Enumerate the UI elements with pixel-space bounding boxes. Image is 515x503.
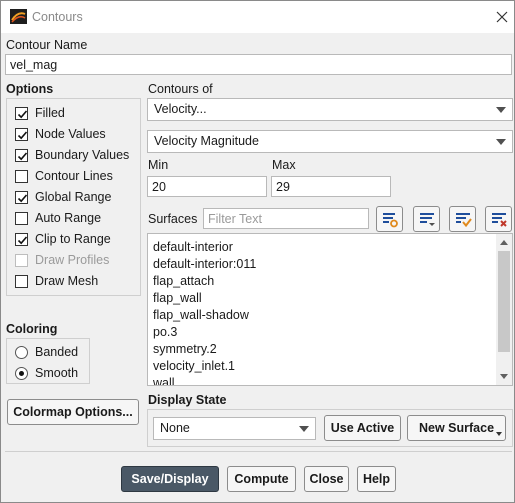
- auto-range-checkbox[interactable]: Auto Range: [15, 209, 101, 227]
- scroll-down-icon[interactable]: [500, 374, 508, 379]
- surfaces-list[interactable]: default-interior default-interior:011 fl…: [147, 233, 513, 386]
- display-state-group: None Use Active New Surface: [147, 409, 513, 447]
- checkbox-label: Auto Range: [35, 211, 102, 225]
- checkbox-label: Node Values: [35, 127, 106, 141]
- scrollbar-thumb[interactable]: [498, 251, 510, 352]
- save-display-button[interactable]: Save/Display: [121, 466, 219, 492]
- close-button[interactable]: Close: [304, 466, 349, 492]
- title-bar: Contours: [1, 1, 514, 33]
- dropdown-value: Velocity Magnitude: [154, 134, 259, 148]
- list-item[interactable]: wall: [153, 376, 175, 385]
- global-range-checkbox[interactable]: Global Range: [15, 188, 111, 206]
- surfaces-scrollbar[interactable]: [496, 234, 512, 385]
- contour-name-input[interactable]: [5, 54, 512, 75]
- list-item[interactable]: flap_attach: [153, 274, 214, 288]
- contours-dialog: Contours Contour Name Options Filled Nod…: [0, 0, 515, 503]
- max-input[interactable]: [271, 176, 391, 197]
- help-button[interactable]: Help: [357, 466, 396, 492]
- list-item[interactable]: default-interior: [153, 240, 233, 254]
- checkbox-box: [15, 169, 28, 183]
- radio-label: Smooth: [35, 366, 79, 380]
- min-input[interactable]: [147, 176, 267, 197]
- checkbox-label: Boundary Values: [35, 148, 130, 162]
- checkbox-box: [15, 211, 28, 225]
- checkbox-box: [15, 148, 28, 162]
- display-state-label: Display State: [148, 393, 227, 407]
- radio-circle: [15, 366, 28, 380]
- checkbox-box: [15, 190, 28, 204]
- options-label: Options: [6, 82, 54, 96]
- surface-list-menu-button[interactable]: [413, 206, 440, 232]
- checkbox-box: [15, 127, 28, 141]
- radio-label: Banded: [35, 345, 79, 359]
- checkbox-box: [15, 106, 28, 120]
- dropdown-value: Velocity...: [154, 102, 207, 116]
- radio-circle: [15, 345, 28, 359]
- checkbox-label: Draw Mesh: [35, 274, 99, 288]
- surfaces-filter-input[interactable]: [203, 208, 369, 229]
- colormap-options-button[interactable]: Colormap Options...: [7, 399, 139, 425]
- select-surfaces-button[interactable]: [449, 206, 476, 232]
- chevron-down-icon: [496, 432, 502, 436]
- chevron-down-icon: [299, 426, 309, 432]
- deselect-surfaces-button[interactable]: [485, 206, 512, 232]
- list-item[interactable]: default-interior:011: [153, 257, 256, 271]
- draw-profiles-checkbox: Draw Profiles: [15, 251, 109, 269]
- new-surface-button[interactable]: New Surface: [407, 415, 506, 441]
- compute-button[interactable]: Compute: [227, 466, 296, 492]
- checkbox-label: Filled: [35, 106, 65, 120]
- select-all-surfaces-button[interactable]: [376, 206, 403, 232]
- contours-of-category-dropdown[interactable]: Velocity...: [147, 98, 513, 121]
- list-item[interactable]: flap_wall-shadow: [153, 308, 249, 322]
- boundary-values-checkbox[interactable]: Boundary Values: [15, 146, 129, 164]
- checkbox-box: [15, 274, 28, 288]
- checkbox-label: Contour Lines: [35, 169, 113, 183]
- use-active-button[interactable]: Use Active: [324, 415, 401, 441]
- contour-name-label: Contour Name: [6, 38, 88, 52]
- coloring-label: Coloring: [6, 322, 58, 336]
- scroll-up-icon[interactable]: [500, 240, 508, 245]
- list-item[interactable]: po.3: [153, 325, 177, 339]
- window-title: Contours: [32, 10, 83, 24]
- fluent-contour-icon: [10, 9, 27, 24]
- list-item[interactable]: flap_wall: [153, 291, 202, 305]
- list-item[interactable]: symmetry.2: [153, 342, 217, 356]
- filled-checkbox[interactable]: Filled: [15, 104, 65, 122]
- contours-of-label: Contours of: [148, 82, 213, 96]
- clip-to-range-checkbox[interactable]: Clip to Range: [15, 230, 111, 248]
- close-icon[interactable]: [495, 10, 509, 24]
- dropdown-value: None: [160, 421, 190, 435]
- contours-of-quantity-dropdown[interactable]: Velocity Magnitude: [147, 130, 513, 153]
- new-surface-label: New Surface: [418, 421, 495, 435]
- checkbox-box: [15, 253, 28, 267]
- footer-divider: [5, 451, 512, 452]
- chevron-down-icon: [496, 107, 506, 113]
- min-label: Min: [148, 158, 169, 172]
- smooth-radio[interactable]: Smooth: [15, 364, 78, 382]
- node-values-checkbox[interactable]: Node Values: [15, 125, 106, 143]
- coloring-group: Banded Smooth: [6, 338, 90, 384]
- contour-lines-checkbox[interactable]: Contour Lines: [15, 167, 113, 185]
- checkbox-label: Global Range: [35, 190, 112, 204]
- draw-mesh-checkbox[interactable]: Draw Mesh: [15, 272, 98, 290]
- surfaces-label: Surfaces: [148, 212, 198, 226]
- chevron-down-icon: [496, 139, 506, 145]
- checkbox-label: Draw Profiles: [35, 253, 110, 267]
- display-state-dropdown[interactable]: None: [153, 417, 316, 440]
- list-item[interactable]: velocity_inlet.1: [153, 359, 235, 373]
- checkbox-box: [15, 232, 28, 246]
- banded-radio[interactable]: Banded: [15, 343, 78, 361]
- max-label: Max: [272, 158, 296, 172]
- checkbox-label: Clip to Range: [35, 232, 111, 246]
- options-group: Filled Node Values Boundary Values Conto…: [6, 98, 141, 296]
